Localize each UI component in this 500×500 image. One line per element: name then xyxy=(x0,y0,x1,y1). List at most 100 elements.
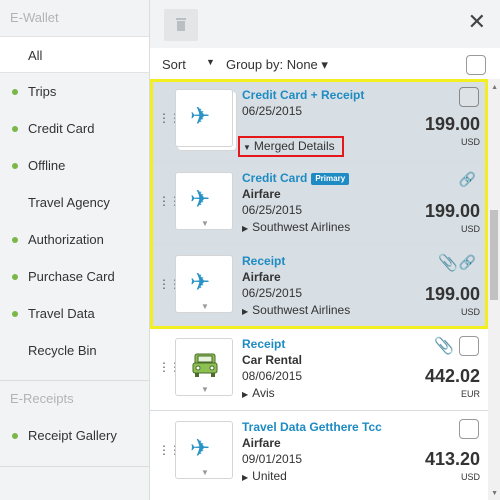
list-item[interactable]: ⋮⋮ ✈ ▼ Receipt Airfare 06/25/2015 ▶ South… xyxy=(150,245,488,328)
group-by-dropdown[interactable]: Group by: None ▾ xyxy=(226,57,328,73)
item-vendor[interactable]: ▶ Southwest Airlines xyxy=(242,220,350,234)
item-title[interactable]: Credit Card + Receipt xyxy=(242,88,364,102)
sidebar-section-ewallet: E-Wallet xyxy=(10,10,59,25)
receipt-thumbnail[interactable]: ✈ xyxy=(175,89,233,147)
item-vendor-label: Southwest Airlines xyxy=(252,220,351,234)
sidebar-item-authorization[interactable]: Authorization xyxy=(0,221,149,258)
caret-right-icon: ▶ xyxy=(242,473,249,482)
drag-handle-icon[interactable]: ⋮⋮ xyxy=(158,112,181,124)
merged-details-toggle[interactable]: ▼ Merged Details xyxy=(238,136,344,157)
delete-button[interactable] xyxy=(164,9,198,41)
paperclip-icon[interactable]: 📎 xyxy=(434,336,454,356)
chevron-down-icon[interactable]: ▼ xyxy=(201,302,209,311)
sidebar-item-label: Travel Data xyxy=(28,306,95,321)
item-currency: USD xyxy=(460,472,480,482)
receipt-thumbnail[interactable]: ▼ xyxy=(175,338,233,396)
item-date: 08/06/2015 xyxy=(242,369,303,383)
sidebar-section-ereceipts: E-Receipts xyxy=(10,391,74,406)
scrollbar-thumb[interactable] xyxy=(490,210,498,300)
item-vendor-label: Avis xyxy=(252,386,275,400)
sidebar-item-offline[interactable]: Offline xyxy=(0,147,149,184)
car-icon xyxy=(192,353,218,377)
drag-handle-icon[interactable]: ⋮⋮ xyxy=(158,361,181,373)
item-checkbox[interactable] xyxy=(459,87,479,107)
link-icon[interactable]: 🔗 xyxy=(459,171,476,188)
expense-list: ⋮⋮ ✈ Credit Card + Receipt 06/25/2015 ▼ M… xyxy=(150,79,488,494)
select-all-checkbox[interactable] xyxy=(466,55,486,75)
sort-dropdown[interactable]: Sort xyxy=(162,57,186,72)
chevron-down-icon[interactable]: ▼ xyxy=(201,385,209,394)
sidebar-item-all[interactable]: All xyxy=(0,36,149,73)
item-title-text: Credit Card xyxy=(242,171,308,185)
item-category: Airfare xyxy=(242,187,281,201)
drag-handle-icon[interactable]: ⋮⋮ xyxy=(158,278,181,290)
scrollbar[interactable] xyxy=(488,79,500,500)
sidebar-item-label: Credit Card xyxy=(28,121,95,136)
item-title[interactable]: Receipt xyxy=(242,254,285,268)
item-vendor-label: Southwest Airlines xyxy=(252,303,351,317)
item-currency: USD xyxy=(460,224,480,234)
sort-bar: Sort ▼ Group by: None ▾ xyxy=(150,48,500,78)
caret-right-icon: ▶ xyxy=(242,307,249,316)
close-button[interactable]: ✕ xyxy=(468,10,486,34)
caret-right-icon: ▶ xyxy=(242,390,249,399)
drag-handle-icon[interactable]: ⋮⋮ xyxy=(158,195,181,207)
sidebar-item-trips[interactable]: Trips xyxy=(0,73,149,110)
receipt-thumbnail[interactable]: ✈ ▼ xyxy=(175,421,233,479)
caret-right-icon: ▶ xyxy=(242,224,249,233)
scroll-up-icon[interactable]: ▲ xyxy=(491,84,498,91)
item-vendor-label: United xyxy=(252,469,287,483)
status-dot xyxy=(12,163,18,169)
sidebar-item-travel-agency[interactable]: Travel Agency xyxy=(0,184,149,221)
item-amount: 442.02 xyxy=(424,366,480,386)
drag-handle-icon[interactable]: ⋮⋮ xyxy=(158,444,181,456)
item-checkbox[interactable] xyxy=(459,419,479,439)
item-amount: 199.00 xyxy=(424,201,480,221)
link-icon[interactable]: 🔗 xyxy=(459,254,476,271)
sidebar-item-label: Travel Agency xyxy=(28,195,110,210)
sidebar-item-recycle-bin[interactable]: Recycle Bin xyxy=(0,332,149,369)
sidebar-item-receipt-gallery[interactable]: Receipt Gallery xyxy=(0,417,149,454)
list-item[interactable]: ⋮⋮ ✈ ▼ Travel Data Getthere Tcc Airfare … xyxy=(150,411,488,494)
chevron-down-icon: ▼ xyxy=(243,143,251,152)
sidebar-item-label: Recycle Bin xyxy=(28,343,97,358)
chevron-down-icon[interactable]: ▼ xyxy=(201,219,209,228)
sidebar-item-purchase-card[interactable]: Purchase Card xyxy=(0,258,149,295)
receipt-thumbnail[interactable]: ✈ ▼ xyxy=(175,255,233,313)
paperclip-icon[interactable]: 📎 xyxy=(438,253,458,273)
sidebar-divider xyxy=(0,466,149,467)
sidebar-item-travel-data[interactable]: Travel Data xyxy=(0,295,149,332)
item-date: 06/25/2015 xyxy=(242,286,303,300)
item-category: Airfare xyxy=(242,270,281,284)
status-dot xyxy=(12,311,18,317)
receipt-thumbnail[interactable]: ✈ ▼ xyxy=(175,172,233,230)
item-vendor[interactable]: ▶ United xyxy=(242,469,287,483)
airplane-icon: ✈ xyxy=(190,435,211,462)
item-amount: 199.00 xyxy=(424,114,480,134)
item-checkbox[interactable] xyxy=(459,336,479,356)
list-item[interactable]: ⋮⋮ ✈ ▼ Credit Card Primary Airfare 06/25/… xyxy=(150,162,488,245)
item-date: 09/01/2015 xyxy=(242,452,303,466)
item-vendor[interactable]: ▶ Avis xyxy=(242,386,275,400)
status-dot xyxy=(12,89,18,95)
item-title[interactable]: Receipt xyxy=(242,337,285,351)
sidebar-item-label: Authorization xyxy=(28,232,104,247)
item-title[interactable]: Travel Data Getthere Tcc xyxy=(242,420,382,434)
chevron-down-icon[interactable]: ▼ xyxy=(201,468,209,477)
item-category: Car Rental xyxy=(242,353,303,367)
status-dot xyxy=(12,126,18,132)
sidebar-item-label: All xyxy=(28,48,43,63)
scroll-down-icon[interactable]: ▼ xyxy=(491,490,498,497)
chevron-down-icon[interactable]: ▼ xyxy=(206,57,215,67)
airplane-icon: ✈ xyxy=(190,269,211,296)
item-vendor[interactable]: ▶ Southwest Airlines xyxy=(242,303,350,317)
list-item[interactable]: ⋮⋮ ✈ Credit Card + Receipt 06/25/2015 ▼ M… xyxy=(150,79,488,162)
list-item[interactable]: ⋮⋮ ▼ Receipt Car Rental 08/06/2015 ▶ Avis… xyxy=(150,328,488,411)
sidebar-item-credit-card[interactable]: Credit Card xyxy=(0,110,149,147)
item-currency: USD xyxy=(460,137,480,147)
sidebar-item-label: Receipt Gallery xyxy=(28,428,117,443)
item-title[interactable]: Credit Card Primary xyxy=(242,171,350,185)
merged-details-label: Merged Details xyxy=(253,139,335,153)
item-amount: 413.20 xyxy=(424,449,480,469)
item-date: 06/25/2015 xyxy=(242,104,303,118)
